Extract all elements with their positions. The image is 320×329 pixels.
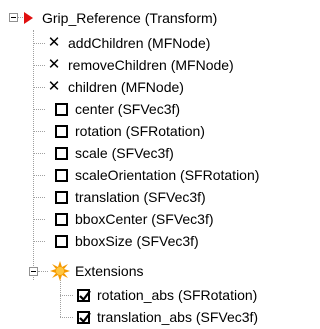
- field-label: children (MFNode): [68, 79, 184, 95]
- field-row[interactable]: ✕ removeChildren (MFNode): [46, 54, 234, 76]
- tree-line: [33, 131, 45, 132]
- tree-line: [38, 271, 48, 272]
- x-icon: ✕: [47, 56, 61, 73]
- field-row[interactable]: scale (SFVec3f): [54, 142, 174, 164]
- field-checkbox[interactable]: [55, 190, 68, 204]
- field-checkbox[interactable]: [55, 146, 68, 160]
- field-row[interactable]: rotation (SFRotation): [54, 120, 205, 142]
- field-checkbox[interactable]: [55, 234, 68, 248]
- tree-line: [18, 17, 23, 18]
- field-label: translation (SFVec3f): [75, 189, 206, 205]
- tree-line: [33, 109, 45, 110]
- field-row[interactable]: bboxSize (SFVec3f): [54, 230, 199, 252]
- field-row[interactable]: center (SFVec3f): [54, 98, 180, 120]
- field-label: rotation_abs (SFRotation): [97, 287, 258, 303]
- tree-line: [33, 87, 45, 88]
- field-row[interactable]: translation (SFVec3f): [54, 186, 206, 208]
- field-row[interactable]: rotation_abs (SFRotation): [76, 284, 257, 306]
- tree-line: [60, 295, 73, 296]
- node-label: Grip_Reference (Transform): [42, 10, 218, 26]
- tree-line: [60, 280, 61, 317]
- field-checkbox[interactable]: [55, 124, 68, 138]
- field-label: translation_abs (SFVec3f): [97, 309, 259, 325]
- field-checkbox[interactable]: [55, 102, 68, 116]
- field-label: bboxSize (SFVec3f): [75, 233, 199, 249]
- tree-line: [33, 197, 45, 198]
- tree-line: [33, 65, 45, 66]
- tree-line: [33, 153, 45, 154]
- x-icon: ✕: [47, 34, 61, 51]
- orange-burst-icon: [50, 261, 70, 281]
- tree-line: [33, 175, 45, 176]
- field-checkbox[interactable]: [55, 168, 68, 182]
- tree-line: [60, 317, 73, 318]
- collapse-root-toggle[interactable]: [9, 13, 18, 22]
- x-icon: ✕: [47, 78, 61, 95]
- field-label: rotation (SFRotation): [75, 123, 205, 139]
- tree-line: [33, 241, 45, 242]
- field-checkbox-checked[interactable]: [77, 310, 91, 324]
- field-row[interactable]: translation_abs (SFVec3f): [76, 306, 258, 328]
- tree-node-extensions[interactable]: Extensions: [50, 260, 143, 282]
- check-icon: [79, 311, 91, 323]
- field-row[interactable]: scaleOrientation (SFRotation): [54, 164, 259, 186]
- field-checkbox[interactable]: [55, 212, 68, 226]
- field-checkbox-checked[interactable]: [77, 288, 91, 302]
- field-label: scaleOrientation (SFRotation): [75, 167, 260, 183]
- node-label: Extensions: [75, 263, 144, 279]
- field-row[interactable]: ✕ addChildren (MFNode): [46, 32, 211, 54]
- field-label: bboxCenter (SFVec3f): [75, 211, 214, 227]
- field-label: center (SFVec3f): [75, 101, 181, 117]
- collapse-extensions-toggle[interactable]: [29, 267, 38, 276]
- tree-line: [33, 219, 45, 220]
- tree-line: [33, 43, 45, 44]
- red-triangle-icon: [24, 12, 33, 24]
- field-row[interactable]: ✕ children (MFNode): [46, 76, 184, 98]
- tree-node-grip-reference[interactable]: Grip_Reference (Transform): [24, 7, 217, 29]
- scene-tree: Grip_Reference (Transform) ✕ addChildren…: [0, 0, 277, 329]
- tree-line: [33, 30, 34, 280]
- field-label: scale (SFVec3f): [75, 145, 174, 161]
- field-row[interactable]: bboxCenter (SFVec3f): [54, 208, 214, 230]
- field-label: addChildren (MFNode): [68, 35, 211, 51]
- check-icon: [79, 289, 91, 301]
- field-label: removeChildren (MFNode): [68, 57, 234, 73]
